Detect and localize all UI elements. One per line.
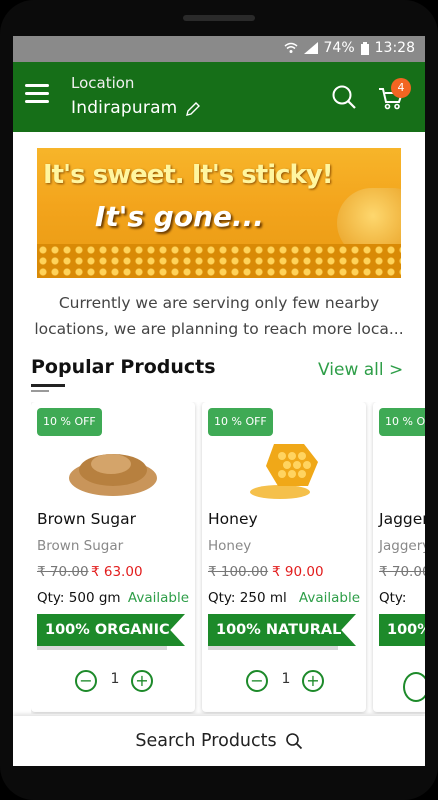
ribbon-shadow	[37, 646, 167, 650]
product-card[interactable]: 10 % OFF Jaggery Jaggery ₹ 70.00 Qty: 10…	[373, 402, 425, 712]
product-mrp: ₹ 100.00	[208, 564, 269, 580]
decrement-button[interactable]: −	[246, 670, 268, 692]
search-icon	[285, 733, 302, 750]
natural-ribbon: 100% NATURAL	[208, 614, 356, 646]
organic-ribbon: 100% ORGANIC	[37, 614, 185, 646]
honey-image	[250, 444, 318, 499]
organic-ribbon: 100% ORGANIC	[379, 614, 425, 646]
location-value[interactable]: Indirapuram	[71, 98, 177, 118]
product-name: Jaggery	[379, 510, 425, 528]
banner-headline: It's sweet. It's sticky!	[43, 160, 334, 190]
product-subtitle: Jaggery	[379, 538, 425, 554]
search-icon[interactable]	[331, 84, 357, 110]
cart-count-badge: 4	[391, 78, 411, 98]
edit-pencil-icon[interactable]	[185, 101, 201, 117]
availability-status: Available	[298, 590, 360, 606]
product-name: Honey	[208, 510, 258, 528]
increment-button[interactable]: +	[131, 670, 153, 692]
phone-speaker	[183, 15, 255, 21]
product-card[interactable]: 10 % OFF Honey Honey ₹ 100.00 ₹ 90.00 Qt…	[202, 402, 366, 712]
product-quantity: Qty: 250 ml	[208, 590, 287, 606]
app-screen: 74% 13:28 Location Indirapuram 4 It's sw…	[13, 36, 425, 766]
product-subtitle: Honey	[208, 538, 252, 554]
promo-banner[interactable]: It's sweet. It's sticky! It's gone...	[37, 148, 401, 278]
product-quantity: Qty:	[379, 590, 407, 606]
banner-subheadline: It's gone...	[95, 200, 264, 233]
quantity-stepper: − 1 +	[246, 670, 326, 694]
notice-line-1: Currently we are serving only few nearby	[58, 294, 380, 312]
view-all-link[interactable]: View all >	[318, 360, 403, 380]
product-mrp: ₹ 70.00	[379, 564, 425, 580]
add-button[interactable]	[403, 672, 425, 702]
status-time: 13:28	[374, 40, 415, 56]
product-quantity: Qty: 500 gm	[37, 590, 121, 606]
increment-button[interactable]: +	[302, 670, 324, 692]
battery-percent: 74%	[323, 40, 355, 56]
discount-badge: 10 % OFF	[379, 408, 425, 436]
availability-status: Available	[127, 590, 189, 606]
section-title: Popular Products	[31, 356, 216, 378]
wifi-icon	[284, 42, 297, 53]
discount-badge: 10 % OFF	[37, 408, 102, 436]
search-products-bar[interactable]: Search Products	[13, 716, 425, 766]
honeycomb-image	[37, 244, 401, 278]
location-label: Location	[71, 74, 135, 92]
product-card[interactable]: 10 % OFF Brown Sugar Brown Sugar ₹ 70.00…	[31, 402, 195, 712]
signal-icon	[303, 42, 318, 54]
section-underline	[31, 384, 65, 387]
product-carousel[interactable]: 10 % OFF Brown Sugar Brown Sugar ₹ 70.00…	[31, 402, 425, 714]
decrement-button[interactable]: −	[75, 670, 97, 692]
quantity-value: 1	[281, 671, 291, 687]
product-price: ₹ 63.00	[91, 564, 143, 580]
status-bar: 74% 13:28	[13, 36, 425, 62]
ribbon-shadow	[208, 646, 338, 650]
product-price: ₹ 90.00	[272, 564, 324, 580]
discount-badge: 10 % OFF	[208, 408, 273, 436]
status-right: 74% 13:28	[284, 40, 415, 56]
product-mrp: ₹ 70.00	[37, 564, 89, 580]
section-underline-secondary	[31, 390, 49, 392]
search-products-label: Search Products	[135, 731, 277, 751]
quantity-value: 1	[110, 671, 120, 687]
service-notice: Currently we are serving only few nearby…	[27, 290, 411, 342]
product-name: Brown Sugar	[37, 510, 136, 528]
hamburger-menu-icon[interactable]	[25, 84, 49, 104]
quantity-stepper: − 1 +	[75, 670, 155, 694]
app-header: Location Indirapuram 4	[13, 62, 425, 132]
brown-sugar-image	[69, 454, 157, 496]
battery-icon	[360, 41, 369, 55]
notice-line-2: locations, we are planning to reach more…	[34, 320, 404, 338]
product-subtitle: Brown Sugar	[37, 538, 124, 554]
phone-frame: 74% 13:28 Location Indirapuram 4 It's sw…	[0, 0, 438, 800]
